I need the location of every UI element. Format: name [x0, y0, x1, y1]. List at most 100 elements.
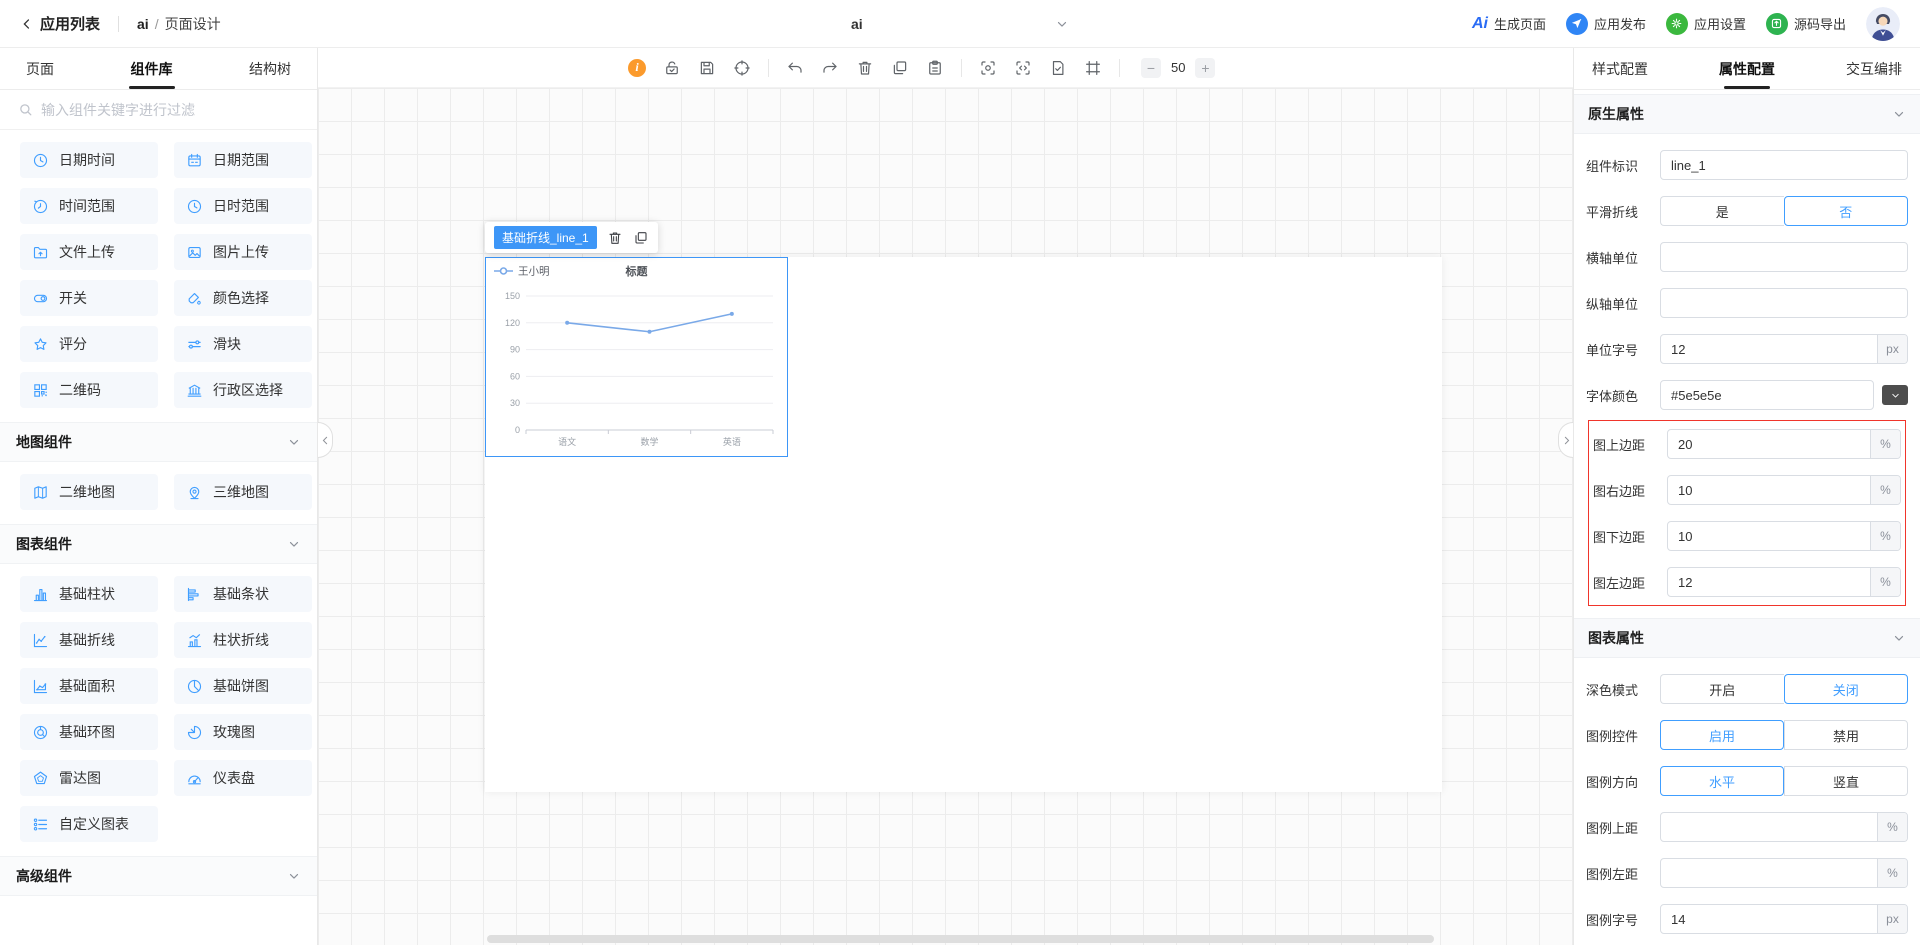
component-item-cline[interactable]: 基础折线	[20, 622, 158, 658]
component-item-slider[interactable]: 滑块	[174, 326, 312, 362]
chart-margin-right-input[interactable]: 10%	[1667, 475, 1901, 505]
inspector-section-原生属性[interactable]: 原生属性	[1574, 94, 1920, 134]
focus-scan-icon[interactable]	[979, 59, 997, 77]
component-item-color[interactable]: 颜色选择	[174, 280, 312, 316]
tab-pages[interactable]: 页面	[26, 48, 54, 89]
component-item-cpie[interactable]: 基础饼图	[174, 668, 312, 704]
collapse-left-panel-button[interactable]	[318, 422, 333, 458]
tab-property-config[interactable]: 属性配置	[1719, 48, 1775, 89]
component-item-cdonut[interactable]: 基础环图	[20, 714, 158, 750]
component-item-map3d[interactable]: 三维地图	[174, 474, 312, 510]
unlock-check-icon[interactable]	[663, 59, 681, 77]
svg-text:120: 120	[505, 318, 520, 328]
zoom-out-button[interactable]: −	[1141, 57, 1161, 78]
frame-icon[interactable]	[1084, 59, 1102, 77]
component-item-chbar[interactable]: 基础条状	[174, 576, 312, 612]
design-canvas[interactable]: 基础折线_line_1 0 30 60 90 120 150 语文 数学 英语 王小明 标题	[318, 88, 1573, 945]
inspector-section-图表属性[interactable]: 图表属性	[1574, 618, 1920, 658]
line-chart-widget[interactable]: 基础折线_line_1 0 30 60 90 120 150 语文 数学 英语 王小明 标题	[485, 222, 788, 457]
component-item-clock[interactable]: 日期时间	[20, 142, 158, 178]
sidebar-section-高级组件[interactable]: 高级组件	[0, 856, 317, 896]
info-icon[interactable]: i	[628, 58, 646, 77]
horizontal-scrollbar[interactable]	[487, 935, 1434, 943]
zoom-in-button[interactable]: +	[1195, 57, 1216, 78]
app-settings-button[interactable]: 应用设置	[1665, 12, 1746, 35]
legend-control-option-启用[interactable]: 启用	[1660, 720, 1784, 750]
paste-icon[interactable]	[926, 59, 944, 77]
highlight-box: 图上边距 20% 图右边距 10% 图下边距 10% 图左边距 12%	[1588, 420, 1906, 606]
legend-direction-option-竖直[interactable]: 竖直	[1784, 766, 1908, 796]
component-item-crose[interactable]: 玫瑰图	[174, 714, 312, 750]
section-title: 图表组件	[16, 536, 72, 552]
field-legend-control: 图例控件 启用 禁用	[1586, 712, 1908, 758]
user-avatar[interactable]	[1866, 6, 1900, 41]
legend-control-option-禁用[interactable]: 禁用	[1784, 720, 1908, 750]
component-item-cgauge[interactable]: 仪表盘	[174, 760, 312, 796]
component-item-cradar[interactable]: 雷达图	[20, 760, 158, 796]
y-axis-unit-input[interactable]	[1660, 288, 1908, 318]
chart-margin-top-input[interactable]: 20%	[1667, 429, 1901, 459]
component-item-carea[interactable]: 基础面积	[20, 668, 158, 704]
component-item-clock2[interactable]: 时间范围	[20, 188, 158, 224]
component-list: 日期时间 日期范围 时间范围 日时范围 文件上传 图片上传 开关 颜色选择 评分 滑块 二维码 行政区…	[0, 130, 317, 945]
legend-font-size-input[interactable]: 14 px	[1660, 904, 1908, 934]
app-publish-button[interactable]: 应用发布	[1565, 12, 1646, 35]
component-id-input[interactable]: line_1	[1660, 150, 1908, 180]
x-axis-unit-input[interactable]	[1660, 242, 1908, 272]
smooth-line-option-是[interactable]: 是	[1660, 196, 1784, 226]
crosshair-icon[interactable]	[733, 59, 751, 77]
generate-page-button[interactable]: Ai 生成页面	[1472, 14, 1546, 33]
tab-structure-tree[interactable]: 结构树	[249, 48, 291, 89]
code-scan-icon[interactable]	[1014, 59, 1032, 77]
legend-direction-option-水平[interactable]: 水平	[1660, 766, 1784, 796]
widget-delete-icon[interactable]	[607, 230, 623, 246]
component-item-star[interactable]: 评分	[20, 326, 158, 362]
field-dark-mode: 深色模式 开启 关闭	[1586, 666, 1908, 712]
page-surface[interactable]: 基础折线_line_1 0 30 60 90 120 150 语文 数学 英语 王小明 标题	[485, 222, 1442, 792]
code-export-button[interactable]: 源码导出	[1765, 12, 1846, 35]
unit-addon: px	[1877, 905, 1907, 933]
breadcrumb-project[interactable]: ai	[137, 16, 149, 32]
inspector-panel: 样式配置 属性配置 交互编排 原生属性 组件标识 line_1 平滑折线 是否横轴单位纵…	[1573, 48, 1920, 945]
legend-top-input[interactable]: %	[1660, 812, 1908, 842]
chart-margin-left-input[interactable]: 12%	[1667, 567, 1901, 597]
sidebar-section-图表组件[interactable]: 图表组件	[0, 524, 317, 564]
dark-mode-option-关闭[interactable]: 关闭	[1783, 674, 1908, 704]
component-item-ccustom[interactable]: 自定义图表	[20, 806, 158, 842]
tab-interaction-config[interactable]: 交互编排	[1846, 48, 1902, 89]
doc-check-icon[interactable]	[1049, 59, 1067, 77]
unit-font-size-input[interactable]: 12 px	[1660, 334, 1908, 364]
collapse-right-panel-button[interactable]	[1558, 422, 1573, 458]
chart-margin-bottom-input[interactable]: 10%	[1667, 521, 1901, 551]
copy-icon[interactable]	[891, 59, 909, 77]
component-item-folderup[interactable]: 文件上传	[20, 234, 158, 270]
component-item-qrcode[interactable]: 二维码	[20, 372, 158, 408]
clock-icon	[32, 152, 49, 169]
component-item-cbar[interactable]: 基础柱状	[20, 576, 158, 612]
input-value: 12	[1678, 574, 1693, 590]
search-input[interactable]	[41, 101, 299, 118]
dark-mode-option-开启[interactable]: 开启	[1660, 674, 1784, 704]
component-item-clock[interactable]: 日时范围	[174, 188, 312, 224]
redo-icon[interactable]	[821, 59, 839, 77]
legend-left-input[interactable]: %	[1660, 858, 1908, 888]
component-item-district[interactable]: 行政区选择	[174, 372, 312, 408]
undo-icon[interactable]	[786, 59, 804, 77]
smooth-line-option-否[interactable]: 否	[1783, 196, 1908, 226]
tab-component-library[interactable]: 组件库	[131, 48, 173, 89]
sidebar-section-地图组件[interactable]: 地图组件	[0, 422, 317, 462]
component-item-cbarline[interactable]: 柱状折线	[174, 622, 312, 658]
component-item-imageup[interactable]: 图片上传	[174, 234, 312, 270]
back-button[interactable]: 应用列表	[20, 13, 100, 34]
save-icon[interactable]	[698, 59, 716, 77]
delete-icon[interactable]	[856, 59, 874, 77]
component-item-switch[interactable]: 开关	[20, 280, 158, 316]
field-chart-margin-right: 图右边距 10%	[1593, 467, 1901, 513]
component-item-map2d[interactable]: 二维地图	[20, 474, 158, 510]
component-item-calendar[interactable]: 日期范围	[174, 142, 312, 178]
app-selector[interactable]: ai	[845, 12, 1075, 36]
font-color-input[interactable]: #5e5e5e	[1660, 380, 1874, 410]
tab-style-config[interactable]: 样式配置	[1592, 48, 1648, 89]
color-dropdown-button[interactable]	[1882, 385, 1908, 405]
widget-copy-icon[interactable]	[633, 230, 649, 246]
